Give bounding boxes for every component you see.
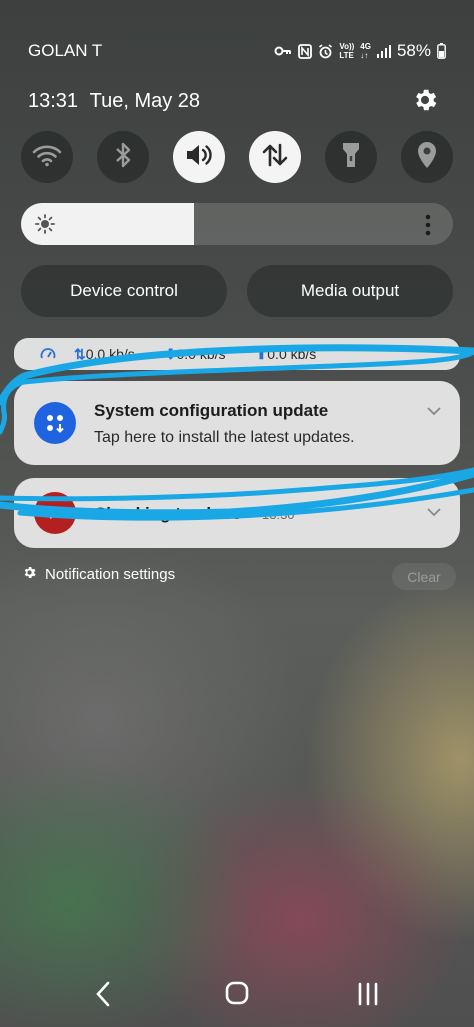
- location-toggle[interactable]: [401, 131, 453, 183]
- expand-chevron-icon[interactable]: [426, 403, 442, 421]
- net-speed-total: ⇅0.0 kb/s: [74, 346, 135, 363]
- sound-toggle[interactable]: [173, 131, 225, 183]
- recent-apps-button[interactable]: [357, 980, 379, 1013]
- speedometer-icon: [40, 346, 56, 363]
- notification-body: Tap here to install the latest updates.: [94, 429, 355, 446]
- notification-settings-label: Notification settings: [45, 566, 176, 583]
- lte-label: LTE: [339, 51, 354, 60]
- net-speed-notification[interactable]: ⇅0.0 kb/s ⬇0.0 kb/s ⬆0.0 kb/s: [14, 338, 460, 370]
- navigation-bar: [0, 978, 474, 1012]
- volte-label: Vo)): [339, 42, 355, 51]
- sound-icon: [184, 142, 214, 173]
- clear-button[interactable]: Clear: [392, 563, 456, 590]
- mobile-data-toggle[interactable]: [249, 131, 301, 183]
- notification-time: 13:30: [262, 507, 295, 522]
- more-options-icon[interactable]: [425, 214, 431, 241]
- signal-icon: [376, 44, 391, 58]
- bluetooth-toggle[interactable]: [97, 131, 149, 183]
- back-button[interactable]: [94, 980, 112, 1013]
- battery-percent: 58%: [396, 41, 431, 60]
- location-icon: [416, 141, 438, 174]
- net-speed-up-value: 0.0 kb/s: [267, 345, 317, 362]
- nfc-icon: [298, 43, 313, 59]
- alarm-icon: [318, 43, 333, 59]
- network-type-label: 4G: [360, 42, 371, 51]
- up-down-arrows-icon: ⇅: [74, 345, 86, 362]
- net-speed-down-value: 0.0 kb/s: [176, 345, 226, 362]
- quick-toggles: [21, 131, 453, 183]
- date-time[interactable]: 13:31 Tue, May 28: [28, 90, 200, 113]
- battery-icon: [437, 43, 446, 59]
- data-arrows-icon: ↓↑: [360, 51, 369, 60]
- brightness-sun-icon: [35, 214, 55, 239]
- clock-time: 13:31: [28, 90, 79, 112]
- bluetooth-icon: [114, 141, 132, 174]
- notification-checking-trackers[interactable]: Checking trackers 13:30: [14, 478, 460, 548]
- net-speed-up: ⬆0.0 kb/s: [256, 346, 317, 363]
- down-arrow-icon: ⬇: [164, 345, 177, 362]
- carrier-label: GOLAN T: [28, 41, 103, 60]
- device-control-button[interactable]: Device control: [21, 265, 227, 317]
- clock-date: Tue, May 28: [89, 90, 201, 112]
- system-update-icon: [34, 402, 76, 444]
- wifi-icon: [32, 143, 62, 172]
- notification-title: System configuration update: [94, 401, 329, 420]
- notification-settings-link[interactable]: Notification settings: [22, 565, 175, 584]
- mobile-data-icon: [261, 142, 289, 173]
- settings-gear-icon[interactable]: [411, 86, 439, 114]
- home-button[interactable]: [224, 980, 250, 1011]
- status-bar: GOLAN T Vo)) LTE 4G ↓↑ 58%: [28, 40, 446, 62]
- expand-chevron-icon[interactable]: [426, 504, 442, 522]
- vpn-key-icon: [274, 45, 292, 57]
- status-icons: Vo)) LTE 4G ↓↑ 58%: [274, 41, 446, 61]
- notification-title: Checking trackers: [94, 504, 242, 523]
- network-type-indicator: 4G ↓↑: [360, 42, 371, 60]
- brightness-slider[interactable]: [21, 203, 453, 245]
- net-speed-down: ⬇0.0 kb/s: [165, 346, 226, 363]
- media-output-button[interactable]: Media output: [247, 265, 453, 317]
- tracker-app-icon: [34, 492, 76, 534]
- up-arrow-icon: ⬆: [255, 345, 268, 362]
- net-speed-total-value: 0.0 kb/s: [85, 345, 135, 362]
- wifi-toggle[interactable]: [21, 131, 73, 183]
- gear-icon: [22, 565, 37, 584]
- notification-system-update[interactable]: System configuration update Tap here to …: [14, 381, 460, 465]
- volte-indicator: Vo)) LTE: [339, 42, 354, 60]
- flashlight-icon: [340, 141, 362, 174]
- flashlight-toggle[interactable]: [325, 131, 377, 183]
